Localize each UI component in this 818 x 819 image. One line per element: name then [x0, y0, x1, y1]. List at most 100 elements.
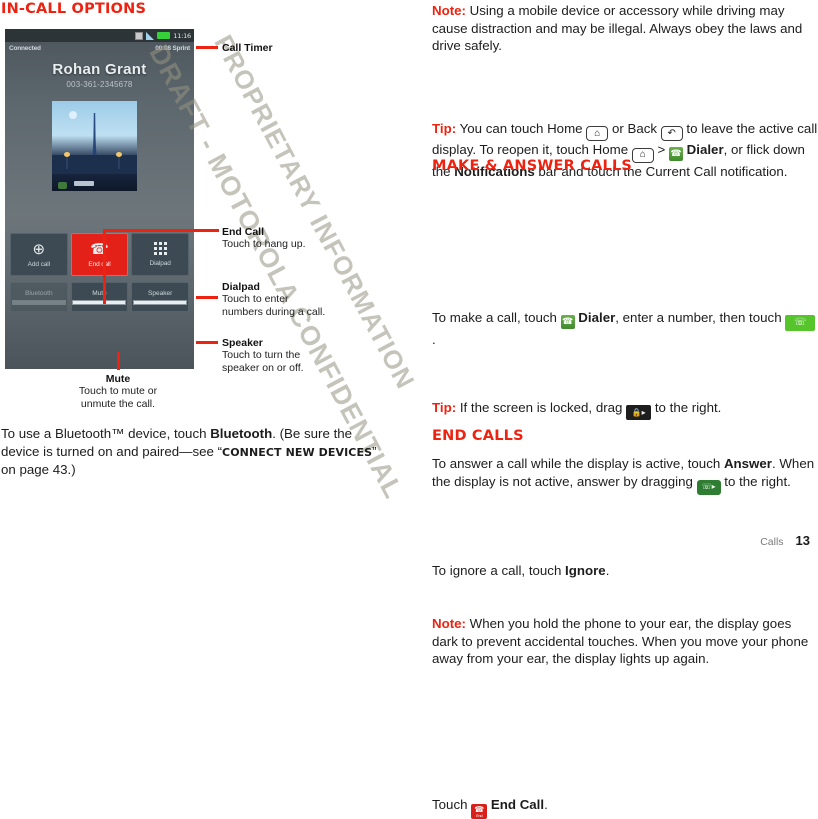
battery-icon	[157, 32, 171, 39]
dialer-icon[interactable]: ☎	[668, 146, 683, 161]
home-icon[interactable]: ⌂	[586, 126, 609, 142]
bt-bold-bluetooth: Bluetooth	[210, 426, 273, 441]
callout-end-call: End Call Touch to hang up.	[222, 226, 305, 251]
in-call-toggle-row: Bluetooth Mute Speaker	[10, 282, 189, 312]
back-icon[interactable]: ↶	[660, 126, 683, 142]
callout-mute-title: Mute	[105, 373, 131, 385]
caller-number: 003-361-2345678	[66, 80, 133, 89]
bt-smallcaps-link: CONNECT NEW DEVICES	[222, 445, 373, 459]
green-call-button-icon[interactable]: ☏	[785, 315, 816, 332]
callout-dialpad-body: Touch to enter numbers during a call.	[222, 293, 326, 318]
left-column: IN-CALL OPTIONS 11:16 Connected 00:08 Sp…	[0, 0, 400, 556]
end-bold-end-call: End Call	[487, 796, 545, 812]
callout-mute-body: Touch to mute or unmute the call.	[78, 385, 158, 410]
bluetooth-paragraph: To use a Bluetooth™ device, touch Blueto…	[1, 425, 393, 479]
dialer-icon[interactable]: ☎	[560, 314, 575, 329]
callout-end-call-body: Touch to hang up.	[222, 238, 306, 250]
sync-icon	[135, 31, 144, 40]
tip-lead-label: Tip:	[432, 120, 457, 136]
callout-dialpad: Dialpad Touch to enter numbers during a …	[222, 281, 325, 319]
call-timer-carrier: 00:08 Sprint	[155, 44, 190, 52]
caller-name: Rohan Grant	[52, 61, 147, 78]
tip1-text-2: or Back	[608, 120, 661, 136]
make-text-2: , enter a number, then touch	[615, 310, 786, 326]
answer-text-1: To answer a call while the display is ac…	[432, 456, 724, 472]
tip-locked-screen-paragraph: Tip: If the screen is locked, drag 🔒▸ to…	[432, 399, 818, 421]
tip2-lead-label: Tip:	[432, 399, 457, 415]
footer-section-label: Calls	[760, 536, 784, 548]
note-proximity-paragraph: Note: When you hold the phone to your ea…	[432, 615, 818, 668]
call-state-label: Connected	[9, 44, 41, 52]
phone-screenshot: 11:16 Connected 00:08 Sprint Rohan Grant…	[5, 29, 194, 369]
make-text-1: To make a call, touch	[432, 310, 561, 326]
note-lead-label: Note:	[432, 3, 466, 18]
bluetooth-state-bar	[11, 299, 66, 305]
answer-text-3: to the right.	[720, 474, 791, 490]
note-driving-paragraph: Note: Using a mobile device or accessory…	[432, 2, 818, 55]
contact-photo	[52, 101, 137, 191]
right-column: Note: Using a mobile device or accessory…	[432, 0, 818, 819]
make-call-paragraph: To make a call, touch ☎ Dialer, enter a …	[432, 309, 818, 349]
callout-end-call-title: End Call	[222, 226, 265, 238]
answer-drag-icon[interactable]: ☏▸	[696, 479, 721, 495]
tip1-text-1: You can touch Home	[456, 120, 587, 136]
end-text-2: .	[544, 796, 548, 812]
add-call-label: Add call	[27, 260, 50, 268]
answer-call-paragraph: To answer a call while the display is ac…	[432, 455, 818, 495]
bluetooth-label: Bluetooth	[25, 289, 53, 297]
bluetooth-toggle[interactable]: Bluetooth	[10, 282, 68, 312]
section-title-make-answer-calls: MAKE & ANSWER CALLS	[432, 158, 633, 174]
tip2-text-2: to the right.	[651, 399, 722, 415]
leader-line-end-call-top	[103, 229, 219, 232]
make-text-3: .	[432, 332, 436, 348]
leader-line-end-call-down	[103, 229, 106, 304]
speaker-toggle[interactable]: Speaker	[131, 282, 189, 312]
end-call-paragraph: Touch ☎ End End Call.	[432, 796, 818, 819]
make-bold-dialer: Dialer	[574, 310, 616, 326]
end-call-button[interactable]: ☎ End call	[70, 233, 129, 276]
section-title-end-calls: END CALLS	[432, 428, 524, 444]
mute-toggle[interactable]: Mute	[70, 282, 129, 312]
tip2-text-1: If the screen is locked, drag	[456, 399, 627, 415]
mute-state-bar	[72, 299, 127, 305]
status-bar-time: 11:16	[173, 31, 191, 40]
leader-line-speaker	[196, 341, 218, 344]
caller-info: Rohan Grant 003-361-2345678	[5, 61, 194, 89]
callout-mute: Mute Touch to mute or unmute the call.	[43, 373, 193, 411]
callout-call-timer: Call Timer	[222, 42, 273, 54]
callout-speaker-title: Speaker	[222, 337, 263, 349]
bt-text-1: To use a Bluetooth™ device, touch	[1, 426, 211, 441]
tip1-text-4: >	[653, 142, 669, 158]
end-call-label: End call	[88, 260, 111, 268]
leader-line-call-timer	[196, 46, 218, 49]
phone-status-bar: 11:16	[5, 29, 194, 42]
add-call-icon: ⊕	[32, 240, 46, 258]
callout-speaker-body: Touch to turn the speaker on or off.	[222, 349, 304, 374]
vehicle-shape	[74, 181, 94, 186]
leader-line-dialpad	[196, 296, 218, 299]
ignore-call-paragraph: To ignore a call, touch Ignore.	[432, 562, 818, 580]
dialpad-grid-icon	[153, 242, 167, 255]
leader-line-mute	[117, 352, 120, 370]
end-text-1: Touch	[432, 796, 472, 812]
ignore-bold-ignore: Ignore	[565, 562, 606, 578]
ignore-text-1: To ignore a call, touch	[432, 562, 566, 578]
ignore-text-2: .	[605, 562, 610, 578]
signal-bars-icon	[146, 31, 155, 40]
bush-shape	[58, 182, 67, 189]
add-call-button[interactable]: ⊕ Add call	[10, 233, 68, 276]
answer-bold-answer: Answer	[723, 456, 772, 472]
street-lamp-icon	[64, 152, 70, 169]
end-call-icon[interactable]: ☎ End	[471, 804, 488, 819]
speaker-label: Speaker	[148, 289, 173, 297]
manual-page: DRAFT - MOTOROLA CONFIDENTIAL PROPRIETAR…	[0, 0, 818, 819]
home-icon[interactable]: ⌂	[631, 147, 654, 163]
lock-drag-icon[interactable]: 🔒▸	[626, 405, 652, 421]
callout-speaker: Speaker Touch to turn the speaker on or …	[222, 337, 304, 375]
dialpad-button[interactable]: Dialpad	[131, 233, 189, 276]
section-title-in-call-options: IN-CALL OPTIONS	[1, 1, 147, 17]
callout-call-timer-title: Call Timer	[222, 42, 273, 54]
callout-dialpad-title: Dialpad	[222, 281, 260, 293]
street-lamp-icon	[116, 152, 122, 169]
speaker-state-bar	[133, 299, 188, 305]
